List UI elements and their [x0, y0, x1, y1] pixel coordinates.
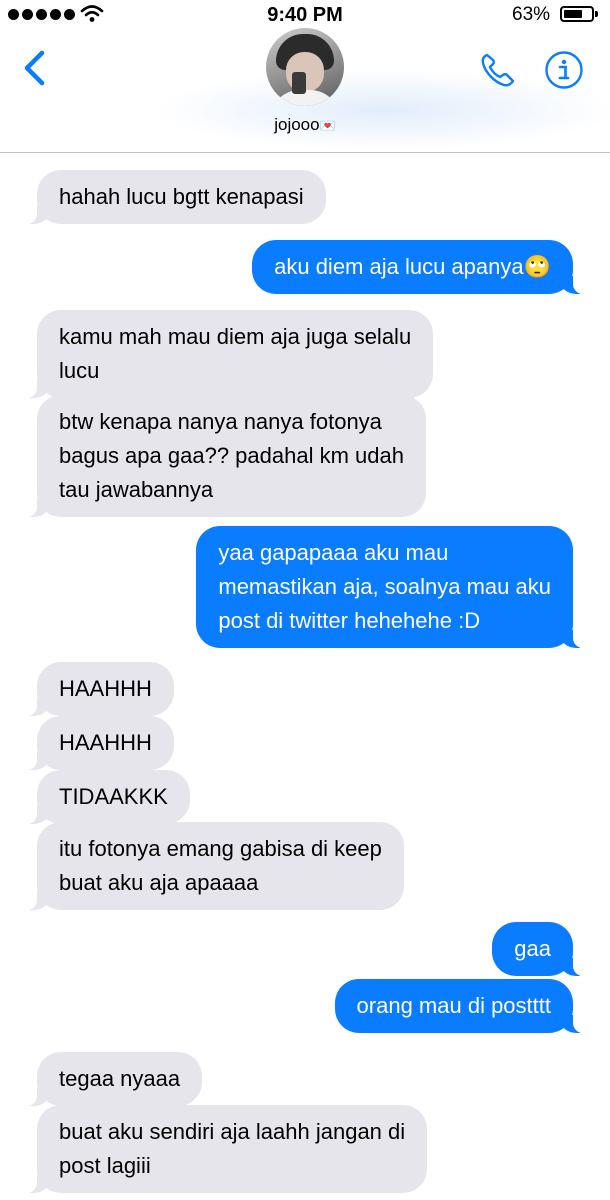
incoming-message[interactable]: buat aku sendiri aja laahh jangan di pos… [26, 1105, 428, 1193]
contact-name[interactable]: jojooo💌 [0, 115, 610, 135]
battery-percentage: 63% [512, 4, 551, 25]
outgoing-message[interactable]: aku diem aja lucu apanya🙄 [252, 240, 583, 294]
incoming-message[interactable]: hahah lucu bgtt kenapasi [27, 170, 326, 224]
contact-avatar[interactable] [266, 28, 344, 106]
status-bar: 9:40 PM 63% [0, 0, 610, 30]
phone-icon[interactable] [478, 50, 518, 90]
incoming-message[interactable]: itu fotonya emang gabisa di keep buat ak… [27, 822, 404, 910]
outgoing-message[interactable]: yaa gapapaaa aku mau memastikan aja, soa… [196, 526, 583, 648]
contact-name-label: jojooo [274, 115, 320, 134]
incoming-message[interactable]: btw kenapa nanya nanya fotonya bagus apa… [27, 395, 426, 517]
outgoing-message[interactable]: orang mau di postttt [334, 979, 584, 1033]
incoming-message[interactable]: tegaa nyaaa [26, 1052, 203, 1106]
info-icon[interactable] [544, 50, 584, 90]
incoming-message[interactable]: HAAHHH [27, 662, 174, 716]
outgoing-message[interactable]: gaa [492, 922, 583, 976]
incoming-message[interactable]: TIDAAKKK [27, 770, 190, 824]
love-letter-emoji: 💌 [319, 118, 336, 133]
battery-icon [560, 6, 598, 22]
message-thread[interactable]: hahah lucu bgtt kenapasi aku diem aja lu… [0, 153, 610, 1200]
back-chevron-icon[interactable] [22, 50, 50, 86]
incoming-message[interactable]: HAAHHH [27, 716, 174, 770]
incoming-message[interactable]: kamu mah mau diem aja juga selalu lucu [26, 310, 434, 398]
